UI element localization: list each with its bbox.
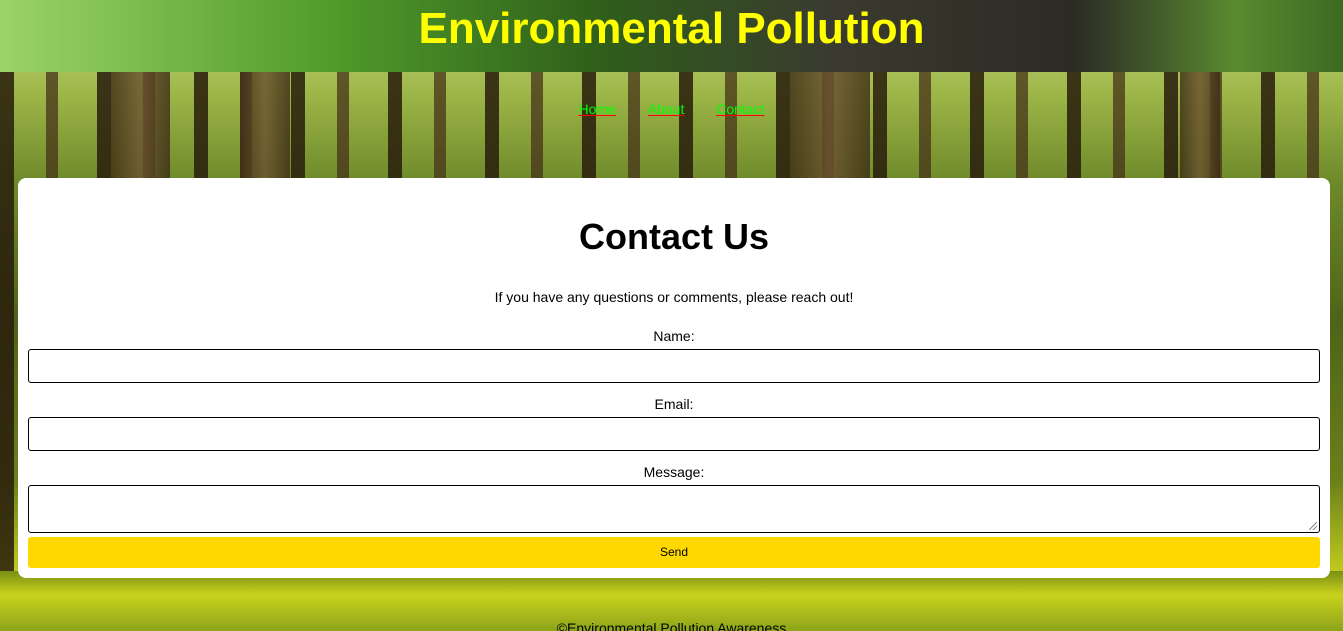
main-nav: Home About Contact bbox=[0, 101, 1343, 117]
site-header: Environmental Pollution bbox=[0, 0, 1343, 72]
site-title: Environmental Pollution bbox=[418, 4, 925, 53]
nav-link-home[interactable]: Home bbox=[579, 101, 616, 117]
resize-grip-icon[interactable] bbox=[1309, 522, 1317, 530]
name-label: Name: bbox=[653, 328, 695, 344]
email-label: Email: bbox=[654, 396, 694, 412]
message-textarea[interactable] bbox=[28, 485, 1320, 533]
contact-intro: If you have any questions or comments, p… bbox=[494, 289, 854, 305]
contact-heading: Contact Us bbox=[578, 216, 770, 257]
email-input[interactable] bbox=[28, 417, 1320, 451]
send-button[interactable]: Send bbox=[28, 537, 1320, 568]
site-footer: ©Environmental Pollution Awareness bbox=[556, 620, 787, 631]
nav-link-contact[interactable]: Contact bbox=[716, 101, 764, 117]
message-label: Message: bbox=[643, 464, 705, 480]
name-input[interactable] bbox=[28, 349, 1320, 383]
nav-link-about[interactable]: About bbox=[648, 101, 685, 117]
contact-card: Contact Us If you have any questions or … bbox=[18, 178, 1330, 578]
